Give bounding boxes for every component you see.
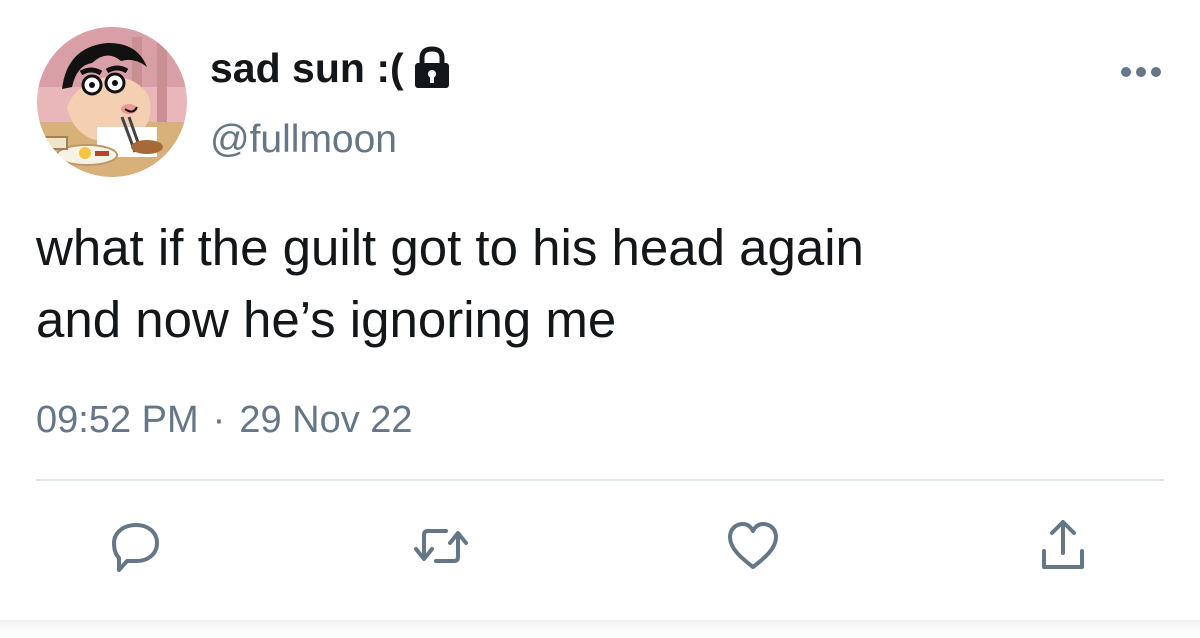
avatar[interactable] (37, 27, 187, 177)
tweet-timestamp[interactable]: 09:52 PM · 29 Nov 22 (36, 392, 413, 448)
share-icon (1042, 520, 1084, 569)
retweet-button[interactable] (410, 515, 472, 577)
share-button[interactable] (1032, 515, 1094, 577)
tweet-date[interactable]: 29 Nov 22 (239, 392, 412, 448)
tweet-time[interactable]: 09:52 PM (36, 392, 199, 448)
display-name-row[interactable]: sad sun :( (210, 40, 452, 96)
like-button[interactable] (722, 515, 784, 577)
tweet-card: sad sun :( @fullmoon what if the guilt g… (0, 0, 1200, 638)
heart-icon (728, 522, 778, 569)
user-handle[interactable]: @fullmoon (210, 112, 397, 168)
lock-icon (412, 46, 452, 90)
retweet-icon (414, 529, 468, 563)
reply-icon (112, 523, 159, 572)
reply-button[interactable] (105, 515, 167, 577)
tweet-text: what if the guilt got to his head again … (36, 219, 864, 348)
bottom-edge-shadow (0, 620, 1200, 638)
display-name[interactable]: sad sun :( (210, 40, 404, 96)
divider (36, 479, 1164, 481)
timestamp-separator: · (212, 399, 226, 441)
more-horizontal-icon[interactable] (1120, 62, 1162, 82)
